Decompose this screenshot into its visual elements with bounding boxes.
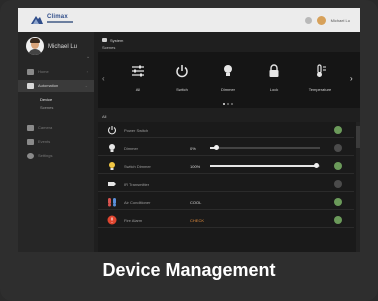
sliders-icon <box>132 65 144 77</box>
profile[interactable]: Michael Lu ⌄ <box>18 32 94 62</box>
slider-handle[interactable] <box>214 145 219 150</box>
topbar-actions: Michael Lu <box>304 14 350 26</box>
automation-icon <box>27 83 34 89</box>
thermostat-icon <box>108 182 116 186</box>
bulb-icon <box>109 144 115 152</box>
power-icon <box>107 126 117 135</box>
brand-name: Climax <box>47 14 68 20</box>
dimmer-slider[interactable] <box>210 145 320 150</box>
scenes-carousel: ‹ › All Switch Dimmer Lock Temperature <box>98 52 360 108</box>
thermometer-icon <box>108 198 116 207</box>
chevron-right-icon[interactable]: › <box>350 74 353 83</box>
thermometer-icon <box>317 64 326 77</box>
sidebar-subitem-device[interactable]: Device <box>40 97 52 102</box>
profile-name: Michael Lu <box>48 44 78 50</box>
app-screen: Climax Michael Lu Michael Lu ⌄ Home › Au… <box>18 8 360 252</box>
device-toggle[interactable] <box>334 144 342 152</box>
list-icon <box>27 139 34 145</box>
chevron-down-icon[interactable]: ⌄ <box>86 54 90 60</box>
sidebar-item-camera[interactable]: Camera <box>18 122 94 134</box>
chevron-right-icon: › <box>86 69 88 74</box>
topbar-user-name[interactable]: Michael Lu <box>331 18 350 23</box>
scene-temperature[interactable]: Temperature <box>300 58 340 98</box>
sidebar-item-home[interactable]: Home › <box>18 66 94 78</box>
brand-logo[interactable]: Climax <box>30 13 84 27</box>
alarm-icon <box>107 215 117 225</box>
sidebar: Michael Lu ⌄ Home › Automation ⌄ Device … <box>18 32 94 252</box>
sidebar-item-events[interactable]: Events <box>18 136 94 148</box>
scene-dimmer[interactable]: Dimmer <box>208 58 248 98</box>
device-row-switch-dimmer[interactable]: Switch Dimmer 100% <box>98 158 354 174</box>
device-toggle[interactable] <box>334 216 342 224</box>
chevron-down-icon: ⌄ <box>84 83 88 88</box>
scrollbar-thumb[interactable] <box>356 126 360 148</box>
top-bar: Climax Michael Lu <box>18 8 360 32</box>
scene-switch[interactable]: Switch <box>162 58 202 98</box>
breadcrumb-label[interactable]: System <box>110 38 123 43</box>
chevron-left-icon[interactable]: ‹ <box>102 74 105 83</box>
home-icon <box>27 69 34 75</box>
device-list: Power Switch Dimmer 0% Switch Dimmer 100… <box>98 122 360 252</box>
device-row-power-switch[interactable]: Power Switch <box>98 122 354 138</box>
scene-lock[interactable]: Lock <box>254 58 294 98</box>
bulb-icon <box>109 162 115 170</box>
device-row-dimmer[interactable]: Dimmer 0% <box>98 140 354 156</box>
power-icon <box>176 65 188 78</box>
device-toggle[interactable] <box>334 180 342 188</box>
device-row-ir-transmitter[interactable]: IR Transmitter <box>98 176 354 192</box>
devices-heading: All <box>102 114 107 119</box>
user-avatar-icon[interactable] <box>316 15 326 25</box>
scrollbar[interactable] <box>356 122 360 252</box>
avatar <box>26 37 44 55</box>
camera-icon <box>27 125 34 131</box>
logo-mark-icon <box>31 16 43 24</box>
sidebar-item-automation[interactable]: Automation ⌄ <box>18 80 94 92</box>
notification-icon[interactable] <box>304 16 312 24</box>
breadcrumb: System <box>102 36 123 44</box>
scene-all[interactable]: All <box>118 58 158 98</box>
sidebar-item-settings[interactable]: Settings <box>18 150 94 162</box>
scenes-heading: Scenes <box>102 45 116 50</box>
gear-icon <box>27 153 34 159</box>
device-toggle[interactable] <box>334 126 342 134</box>
slider-handle[interactable] <box>314 163 319 168</box>
device-toggle[interactable] <box>334 198 342 206</box>
dimmer-slider[interactable] <box>210 163 320 168</box>
lock-icon <box>269 64 279 77</box>
device-toggle[interactable] <box>334 162 342 170</box>
device-row-fire-alarm[interactable]: Fire Alarm CHECK <box>98 212 354 228</box>
main-content: System Scenes ‹ › All Switch Dimmer Lock… <box>98 32 360 252</box>
caption: Device Management <box>102 260 276 280</box>
sidebar-subitem-scenes[interactable]: Scenes <box>40 105 53 110</box>
system-icon <box>102 38 107 42</box>
bulb-icon <box>224 65 232 76</box>
app-card: Climax Michael Lu Michael Lu ⌄ Home › Au… <box>0 0 378 301</box>
brand-underline <box>47 21 73 23</box>
carousel-pager[interactable] <box>223 103 233 105</box>
device-row-air-conditioner[interactable]: Air Conditioner COOL <box>98 194 354 210</box>
